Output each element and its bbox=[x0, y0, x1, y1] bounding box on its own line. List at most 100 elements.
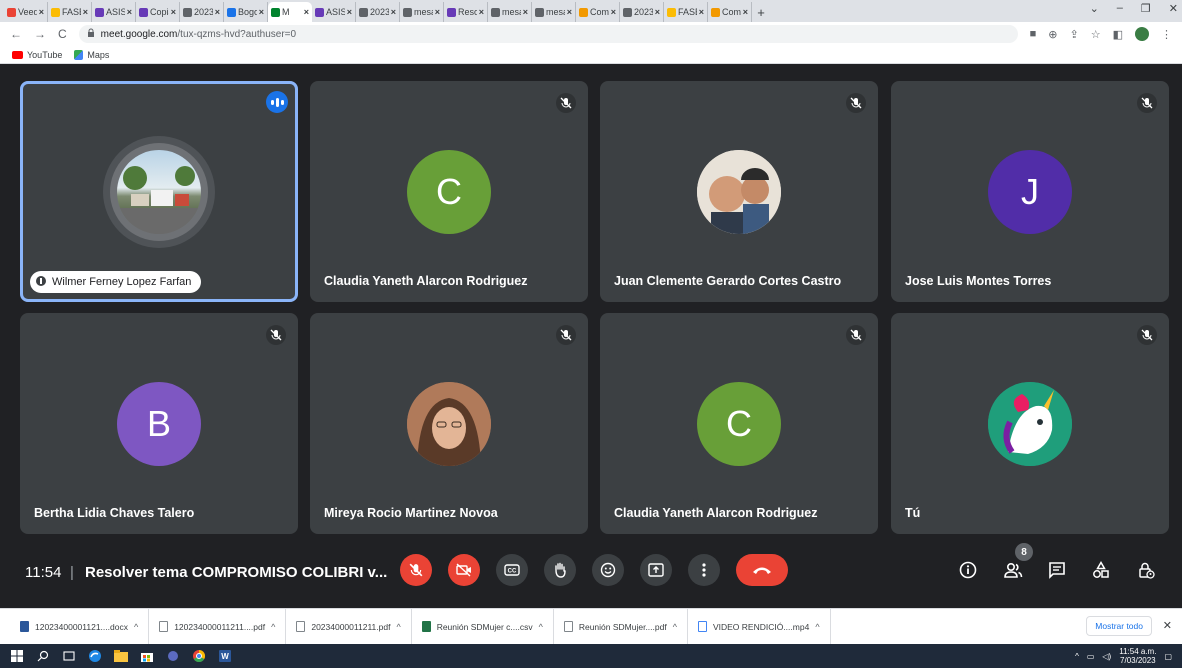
store-icon[interactable] bbox=[140, 649, 154, 663]
browser-tab[interactable]: Comp× bbox=[708, 2, 752, 22]
camera-indicator-icon[interactable]: ■ bbox=[1030, 28, 1037, 40]
download-item[interactable]: Reunión SDMujer....pdf ^ bbox=[554, 608, 688, 645]
sidebar-icon[interactable]: ◧ bbox=[1113, 28, 1123, 41]
participant-tile[interactable]: Wilmer Ferney Lopez Farfan bbox=[20, 81, 298, 302]
browser-tab[interactable]: Veedo× bbox=[4, 2, 48, 22]
participant-tile[interactable]: Mireya Rocio Martinez Novoa bbox=[310, 313, 588, 534]
browser-tab[interactable]: FASE I× bbox=[48, 2, 92, 22]
share-icon[interactable]: ⇪ bbox=[1070, 28, 1079, 41]
participant-tile[interactable]: B Bertha Lidia Chaves Talero bbox=[20, 313, 298, 534]
word-icon[interactable]: W bbox=[218, 649, 232, 663]
browser-tab[interactable]: Resol× bbox=[444, 2, 488, 22]
tab-close-icon[interactable]: × bbox=[83, 7, 88, 17]
browser-tab[interactable]: mesa× bbox=[488, 2, 532, 22]
search-icon[interactable] bbox=[36, 649, 50, 663]
participant-tile[interactable]: C Claudia Yaneth Alarcon Rodriguez bbox=[600, 313, 878, 534]
close-window-icon[interactable]: ✕ bbox=[1169, 2, 1178, 15]
new-tab-button[interactable]: + bbox=[752, 2, 770, 22]
reactions-button[interactable] bbox=[592, 554, 624, 586]
download-item[interactable]: 120234000011211....pdf ^ bbox=[149, 608, 287, 645]
tab-close-icon[interactable]: × bbox=[435, 7, 440, 17]
profile-avatar[interactable] bbox=[1135, 27, 1149, 41]
tab-close-icon[interactable]: × bbox=[611, 7, 616, 17]
tab-close-icon[interactable]: × bbox=[304, 7, 309, 17]
people-button[interactable] bbox=[1001, 558, 1025, 582]
back-icon[interactable]: ← bbox=[10, 27, 22, 41]
edge-icon[interactable] bbox=[88, 649, 102, 663]
tab-close-icon[interactable]: × bbox=[479, 7, 484, 17]
chevron-up-icon[interactable]: ^ bbox=[673, 622, 677, 632]
browser-tab[interactable]: M × bbox=[268, 2, 312, 22]
tab-search-icon[interactable]: ⌄ bbox=[1090, 2, 1099, 15]
microphone-toggle-button[interactable] bbox=[400, 554, 432, 586]
browser-tab[interactable]: Comp× bbox=[576, 2, 620, 22]
tab-close-icon[interactable]: × bbox=[743, 7, 748, 17]
windows-start-icon[interactable] bbox=[10, 649, 24, 663]
browser-tab[interactable]: Copia× bbox=[136, 2, 180, 22]
tab-close-icon[interactable]: × bbox=[259, 7, 264, 17]
download-item[interactable]: Reunión SDMujer c....csv ^ bbox=[412, 608, 554, 645]
leave-call-button[interactable] bbox=[736, 554, 788, 586]
browser-tab[interactable]: FASE I× bbox=[664, 2, 708, 22]
browser-tab[interactable]: 2023 × bbox=[620, 2, 664, 22]
participant-tile[interactable]: Juan Clemente Gerardo Cortes Castro bbox=[600, 81, 878, 302]
bookmark-maps[interactable]: Maps bbox=[74, 49, 109, 60]
tab-close-icon[interactable]: × bbox=[567, 7, 572, 17]
chevron-up-icon[interactable]: ^ bbox=[815, 622, 819, 632]
more-options-button[interactable] bbox=[688, 554, 720, 586]
browser-tab[interactable]: ASIST× bbox=[92, 2, 136, 22]
url-field[interactable]: meet.google.com/tux-qzms-hvd?authuser=0 bbox=[78, 25, 1018, 43]
pinned-name-chip[interactable]: Wilmer Ferney Lopez Farfan bbox=[30, 271, 202, 293]
volume-icon[interactable]: ◁) bbox=[1102, 652, 1111, 661]
tab-close-icon[interactable]: × bbox=[523, 7, 528, 17]
browser-tab[interactable]: ASIST× bbox=[312, 2, 356, 22]
bookmark-star-icon[interactable]: ☆ bbox=[1091, 28, 1101, 41]
meeting-title[interactable]: Resolver tema COMPROMISO COLIBRI v... bbox=[85, 564, 387, 581]
tab-close-icon[interactable]: × bbox=[171, 7, 176, 17]
browser-tab[interactable]: mesa× bbox=[532, 2, 576, 22]
tab-close-icon[interactable]: × bbox=[39, 7, 44, 17]
bookmark-youtube[interactable]: YouTube bbox=[12, 50, 62, 60]
chevron-up-icon[interactable]: ^ bbox=[539, 622, 543, 632]
captions-button[interactable]: CC bbox=[496, 554, 528, 586]
tab-close-icon[interactable]: × bbox=[699, 7, 704, 17]
forward-icon[interactable]: → bbox=[34, 27, 46, 41]
browser-tab[interactable]: mesa× bbox=[400, 2, 444, 22]
tab-close-icon[interactable]: × bbox=[655, 7, 660, 17]
restore-icon[interactable]: ❐ bbox=[1141, 2, 1151, 15]
menu-kebab-icon[interactable]: ⋮ bbox=[1161, 28, 1172, 41]
camera-toggle-button[interactable] bbox=[448, 554, 480, 586]
task-view-icon[interactable] bbox=[62, 649, 76, 663]
close-downloads-icon[interactable]: ✕ bbox=[1163, 619, 1172, 632]
reload-icon[interactable]: C bbox=[58, 27, 67, 41]
taskbar-clock[interactable]: 11:54 a.m. 7/03/2023 bbox=[1119, 647, 1156, 665]
activities-button[interactable] bbox=[1089, 558, 1113, 582]
chevron-up-icon[interactable]: ^ bbox=[134, 622, 138, 632]
tab-close-icon[interactable]: × bbox=[391, 7, 396, 17]
app-icon[interactable] bbox=[166, 649, 180, 663]
host-controls-button[interactable] bbox=[1134, 558, 1158, 582]
chrome-icon[interactable] bbox=[192, 649, 206, 663]
participant-tile[interactable]: Tú bbox=[891, 313, 1169, 534]
browser-tab[interactable]: 2023 × bbox=[180, 2, 224, 22]
tab-close-icon[interactable]: × bbox=[127, 7, 132, 17]
chevron-up-icon[interactable]: ^ bbox=[396, 622, 400, 632]
tab-close-icon[interactable]: × bbox=[215, 7, 220, 17]
browser-tab[interactable]: 2023 × bbox=[356, 2, 400, 22]
browser-tab[interactable]: Bogot× bbox=[224, 2, 268, 22]
participant-tile[interactable]: J Jose Luis Montes Torres bbox=[891, 81, 1169, 302]
show-all-downloads-button[interactable]: Mostrar todo bbox=[1086, 616, 1152, 636]
meeting-details-button[interactable] bbox=[956, 558, 980, 582]
chat-button[interactable] bbox=[1045, 558, 1069, 582]
notifications-icon[interactable]: ▢ bbox=[1164, 652, 1172, 661]
minimize-icon[interactable]: – bbox=[1117, 2, 1123, 15]
file-explorer-icon[interactable] bbox=[114, 649, 128, 663]
chevron-up-icon[interactable]: ^ bbox=[271, 622, 275, 632]
zoom-icon[interactable]: ⊕ bbox=[1048, 28, 1057, 41]
participant-tile[interactable]: C Claudia Yaneth Alarcon Rodriguez bbox=[310, 81, 588, 302]
download-item[interactable]: 20234000011211.pdf ^ bbox=[286, 608, 412, 645]
download-item[interactable]: 12023400001121....docx ^ bbox=[10, 608, 150, 645]
tray-expand-icon[interactable]: ^ bbox=[1075, 652, 1079, 661]
download-item[interactable]: VIDEO RENDICIÓ....mp4 ^ bbox=[688, 608, 831, 645]
raise-hand-button[interactable] bbox=[544, 554, 576, 586]
